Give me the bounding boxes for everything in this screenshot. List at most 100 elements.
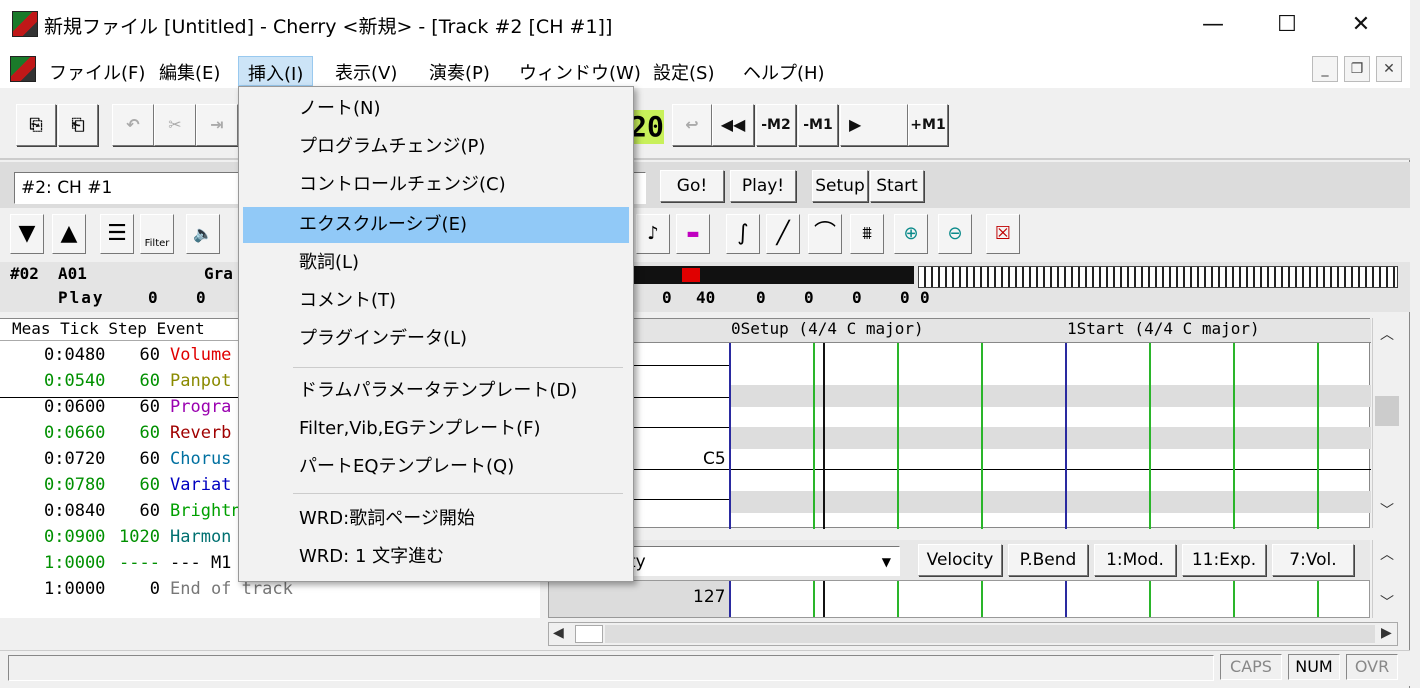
list-icon[interactable]: ☰ <box>100 214 134 254</box>
tab-expression[interactable]: 11:Exp. <box>1182 544 1266 576</box>
menu-help[interactable]: ヘルプ(H) <box>734 56 834 86</box>
start-button[interactable]: Start <box>870 170 924 202</box>
piano-roll: 0Setup (4/4 C major) 1Start (4/4 C major… <box>548 318 1371 529</box>
event-meas-tick: 0:0780 <box>44 475 106 495</box>
tab-volume[interactable]: 7:Vol. <box>1272 544 1354 576</box>
tab-modulation[interactable]: 1:Mod. <box>1094 544 1176 576</box>
filter-icon[interactable]: Filter <box>140 214 174 254</box>
track-name-fragment: Gra <box>204 264 233 283</box>
status-value: 0 <box>756 288 766 307</box>
play-button[interactable]: Play! <box>730 170 796 202</box>
export-icon[interactable]: ⎘ <box>16 104 56 146</box>
event-step: 60 <box>139 475 160 495</box>
mdi-restore-button[interactable]: ❐ <box>1344 56 1370 82</box>
paste-icon[interactable]: ⇥ <box>196 104 238 146</box>
menu-insert[interactable]: 挿入(I) <box>238 56 314 86</box>
hscroll-track[interactable] <box>605 625 1375 643</box>
table-row[interactable]: 1:0000 0 End of track <box>0 579 540 605</box>
length-tool-icon[interactable]: ▬ <box>676 214 710 254</box>
wave-tool-icon[interactable]: ⩩ <box>850 214 884 254</box>
up-triangle-icon[interactable]: ▲ <box>52 214 86 254</box>
menu-item-drum-template[interactable]: ドラムパラメータテンプレート(D) <box>243 373 629 409</box>
close-button[interactable]: ✕ <box>1326 0 1396 50</box>
plus-m1-button[interactable]: +M1 <box>908 104 948 146</box>
key-line <box>629 469 1371 470</box>
document-icon[interactable] <box>10 56 36 82</box>
horizontal-scrollbar[interactable]: ◀ ▶ <box>548 622 1398 646</box>
event-step: 0 <box>149 579 160 599</box>
freehand-icon[interactable]: ∫ <box>726 214 760 254</box>
setup-button[interactable]: Setup <box>812 170 868 202</box>
menu-item-filter-template[interactable]: Filter,Vib,EGテンプレート(F) <box>243 411 629 447</box>
scroll-right-icon[interactable]: ▶ <box>1381 625 1392 641</box>
line-tool-icon[interactable]: ╱ <box>766 214 800 254</box>
velocity-scrollbar[interactable]: ︿ ﹀ <box>1372 540 1400 618</box>
menu-item-comment[interactable]: コメント(T) <box>243 283 629 319</box>
menu-item-exclusive[interactable]: エクスクルーシブ(E) <box>243 207 629 243</box>
scroll-thumb[interactable] <box>1375 396 1399 426</box>
minus-m1-button[interactable]: -M1 <box>798 104 838 146</box>
event-meas-tick: 0:0600 <box>44 397 106 417</box>
key-line <box>629 499 729 500</box>
scroll-left-icon[interactable]: ◀ <box>553 625 564 641</box>
speaker-icon[interactable]: 🔈 <box>186 214 220 254</box>
scroll-up-icon[interactable]: ︿ <box>1380 544 1394 564</box>
menu-item-control-change[interactable]: コントロールチェンジ(C) <box>243 167 629 203</box>
cursor-line <box>823 343 825 529</box>
minus-m2-button[interactable]: -M2 <box>756 104 796 146</box>
scroll-down-icon[interactable]: ﹀ <box>1380 500 1394 520</box>
event-meas-tick: 0:0840 <box>44 501 106 521</box>
down-triangle-icon[interactable]: ▼ <box>10 214 44 254</box>
note-tool-icon[interactable]: ♪ <box>636 214 670 254</box>
curve-tool-icon[interactable]: ⌒ <box>808 214 842 254</box>
rewind-icon[interactable]: ◀◀ <box>712 104 754 146</box>
piano-roll-scrollbar[interactable]: ︿ ﹀ <box>1372 318 1400 528</box>
measure-line <box>1065 581 1067 617</box>
menu-item-wrd-page-start[interactable]: WRD:歌詞ページ開始 <box>243 501 629 537</box>
menu-settings[interactable]: 設定(S) <box>644 56 723 86</box>
play-icon[interactable]: ▶ <box>840 104 908 146</box>
minimize-button[interactable]: — <box>1178 0 1248 50</box>
import-icon[interactable]: ⎗ <box>58 104 98 146</box>
clear-icon[interactable]: ☒ <box>986 214 1020 254</box>
black-key-lane <box>729 427 1371 449</box>
zoom-out-icon[interactable]: ⊖ <box>938 214 972 254</box>
menu-item-part-eq-template[interactable]: パートEQテンプレート(Q) <box>243 449 629 485</box>
maximize-button[interactable]: ☐ <box>1252 0 1322 50</box>
menu-edit[interactable]: 編集(E) <box>150 56 229 86</box>
menu-item-program-change[interactable]: プログラムチェンジ(P) <box>243 129 629 165</box>
zoom-in-icon[interactable]: ⊕ <box>894 214 928 254</box>
menu-play[interactable]: 演奏(P) <box>420 56 499 86</box>
scroll-up-icon[interactable]: ︿ <box>1380 324 1394 344</box>
app-icon[interactable] <box>12 11 38 37</box>
menu-item-plugin-data[interactable]: プラグインデータ(L) <box>243 321 629 357</box>
menu-item-note[interactable]: ノート(N) <box>243 91 629 127</box>
cut-icon[interactable]: ✂ <box>154 104 196 146</box>
menu-window[interactable]: ウィンドウ(W) <box>510 56 650 86</box>
status-value: 0 <box>196 288 206 307</box>
go-button[interactable]: Go! <box>660 170 724 202</box>
velocity-pane: 127 <box>548 580 1370 618</box>
menu-file[interactable]: ファイル(F) <box>40 56 154 86</box>
menu-item-wrd-advance[interactable]: WRD: 1 文字進む <box>243 539 629 575</box>
keyboard-display <box>918 266 1398 288</box>
return-icon[interactable]: ↩ <box>672 104 712 146</box>
tab-pitch-bend[interactable]: P.Bend <box>1008 544 1088 576</box>
status-message <box>8 655 1214 681</box>
track-select[interactable]: #2: CH #1 <box>14 172 244 204</box>
tab-velocity[interactable]: Velocity <box>918 544 1002 576</box>
status-value: 0 <box>804 288 814 307</box>
window-title: 新規ファイル [Untitled] - Cherry <新規> - [Track… <box>44 16 613 38</box>
dropdown-arrow-icon[interactable]: ▼ <box>882 547 891 577</box>
key-line <box>629 365 729 366</box>
hscroll-thumb[interactable] <box>575 625 603 643</box>
menu-item-lyrics[interactable]: 歌詞(L) <box>243 245 629 281</box>
event-meas-tick: 0:0660 <box>44 423 106 443</box>
mdi-minimize-button[interactable]: _ <box>1312 56 1338 82</box>
undo-icon[interactable]: ↶ <box>112 104 154 146</box>
ovr-indicator: OVR <box>1346 654 1398 680</box>
menu-view[interactable]: 表示(V) <box>326 56 406 86</box>
scroll-down-icon[interactable]: ﹀ <box>1380 592 1394 612</box>
event-name: Reverb <box>170 423 232 443</box>
mdi-close-button[interactable]: ✕ <box>1376 56 1402 82</box>
